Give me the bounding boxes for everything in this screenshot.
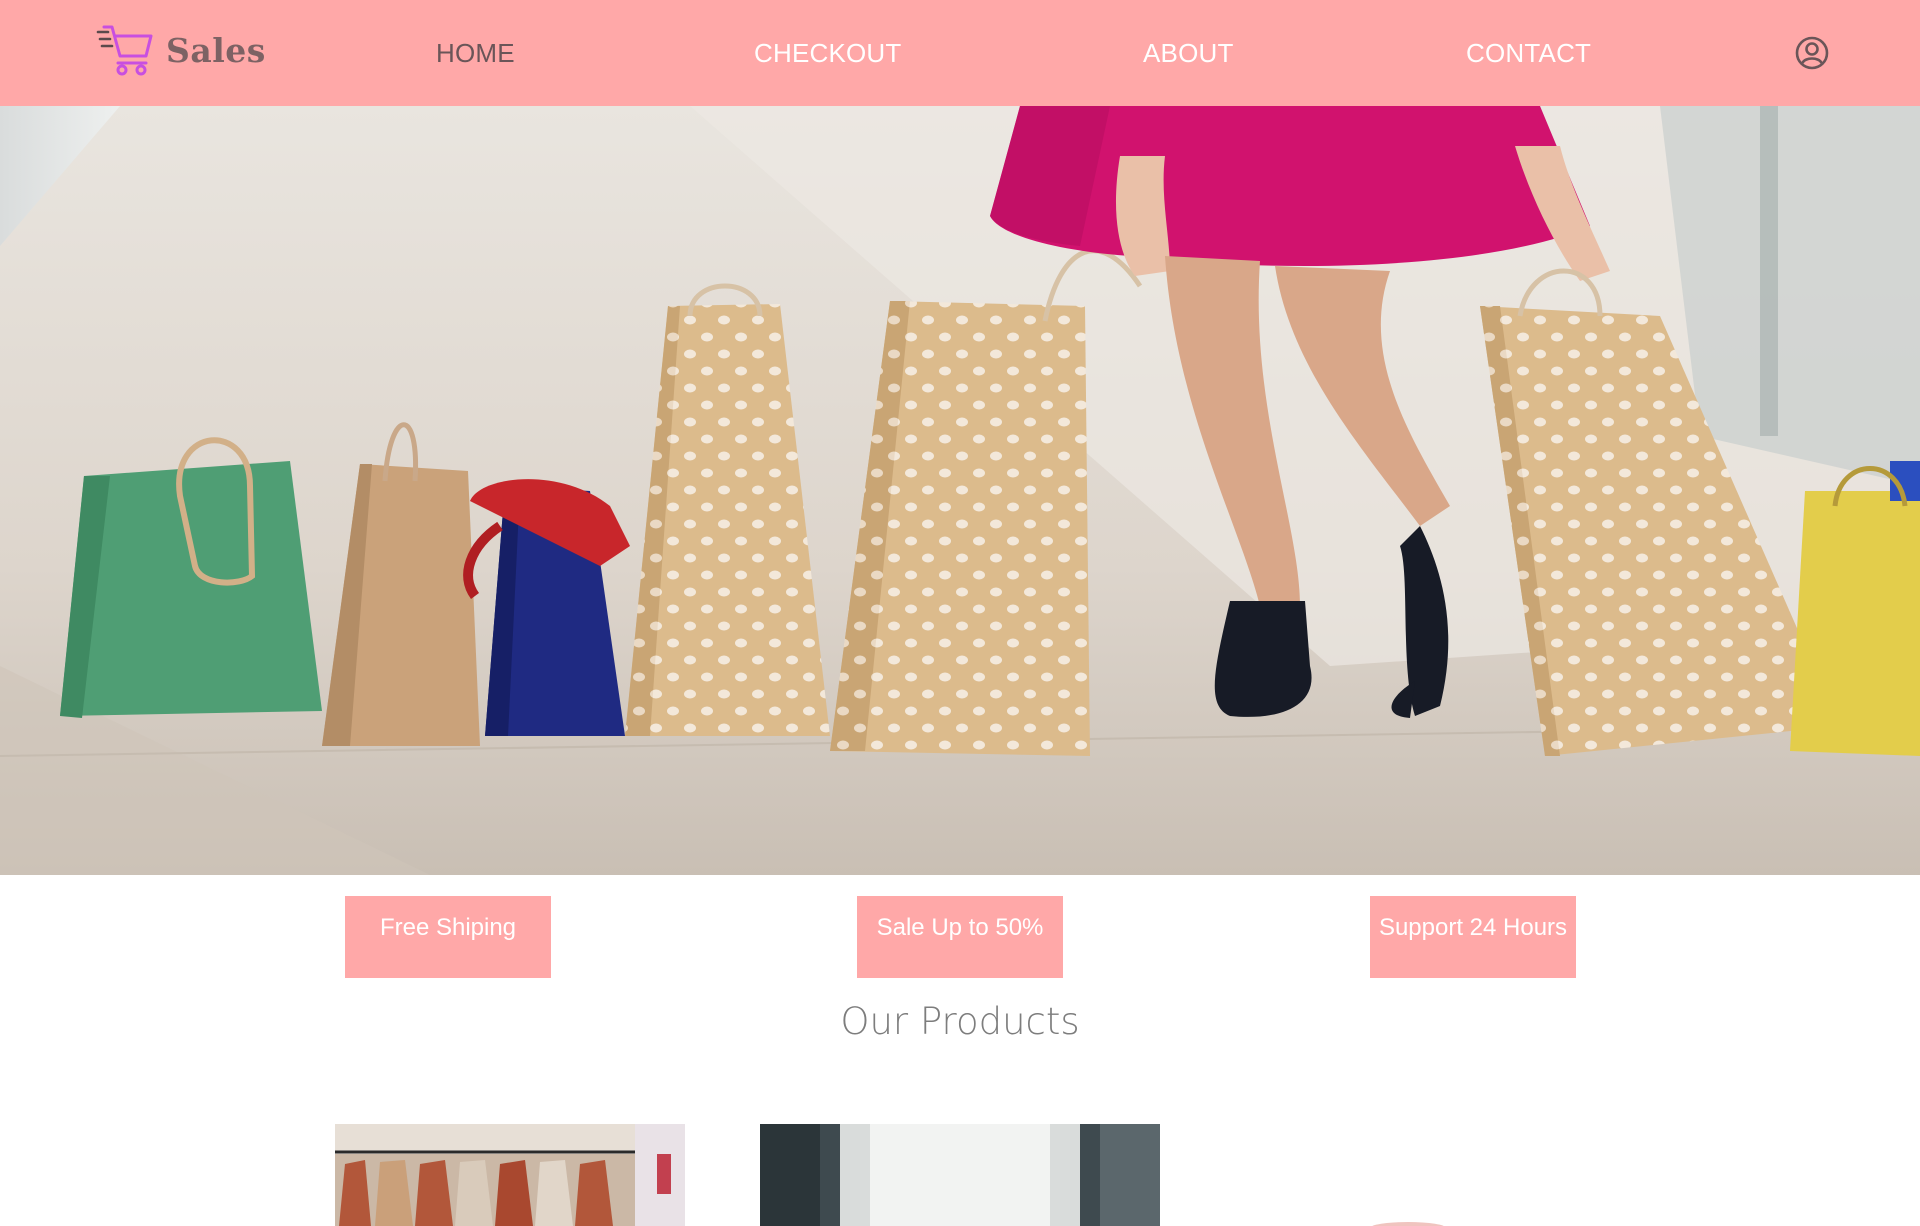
hero-image — [0, 106, 1920, 875]
product-card-clothes[interactable] — [335, 1124, 685, 1226]
user-circle-icon[interactable] — [1795, 36, 1829, 70]
brand-name: Sales — [166, 30, 266, 70]
feature-support: Support 24 Hours — [1370, 896, 1576, 978]
product-card-backdrop[interactable] — [760, 1124, 1160, 1226]
nav-checkout-link[interactable]: CHECKOUT — [754, 38, 902, 69]
nav-contact-link[interactable]: CONTACT — [1466, 38, 1591, 69]
feature-free-shipping: Free Shiping — [345, 896, 551, 978]
nav-home-link[interactable]: HOME — [436, 38, 515, 69]
product-image-backdrop — [760, 1124, 1160, 1226]
nav-about-link[interactable]: ABOUT — [1143, 38, 1234, 69]
product-image-round — [1230, 1124, 1590, 1226]
hero-banner — [0, 106, 1920, 875]
feature-sale: Sale Up to 50% — [857, 896, 1063, 978]
top-navbar: Sales HOME CHECKOUT ABOUT CONTACT — [0, 0, 1920, 106]
product-card-round[interactable] — [1230, 1124, 1590, 1226]
products-section-title: Our Products — [840, 1000, 1080, 1043]
brand-logo-link[interactable]: Sales — [96, 20, 266, 80]
product-image-clothes — [335, 1124, 685, 1226]
shopping-cart-icon — [96, 25, 153, 76]
